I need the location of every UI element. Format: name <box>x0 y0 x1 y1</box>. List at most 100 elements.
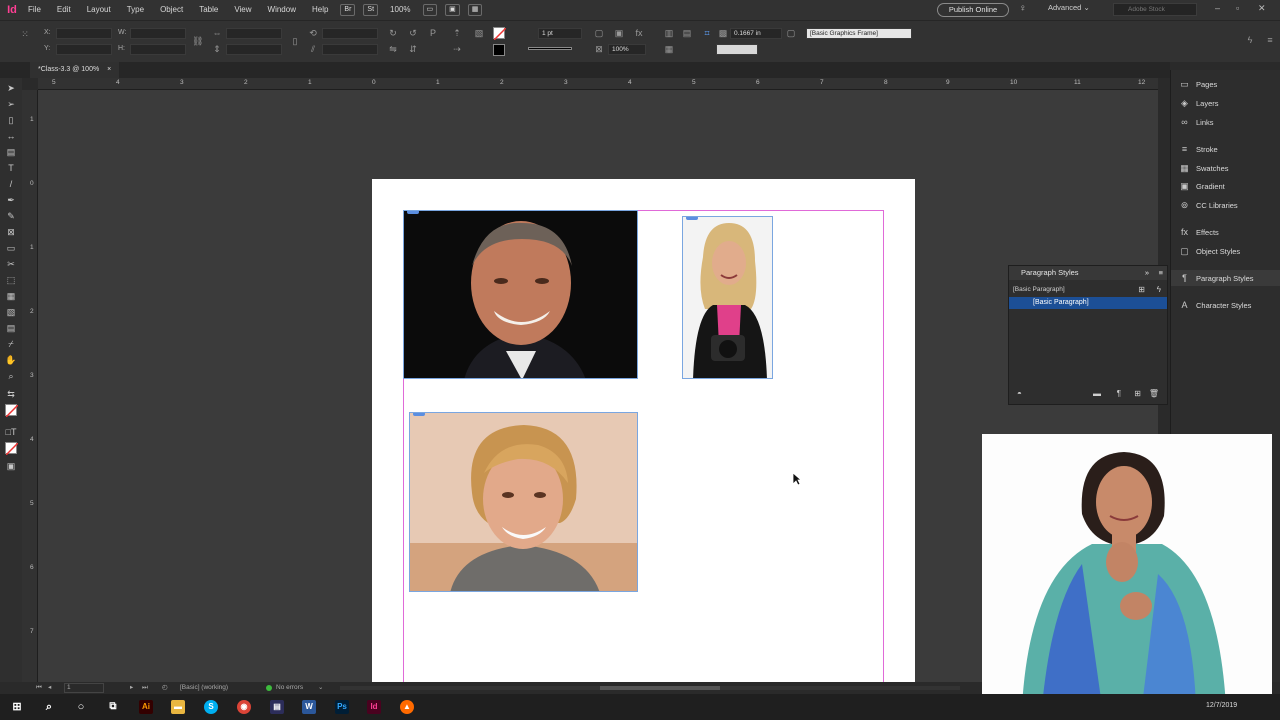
panel-header[interactable]: Paragraph Styles » ≡ <box>1009 266 1167 280</box>
windows-start-icon[interactable]: ⊞ <box>10 700 24 714</box>
menu-object[interactable]: Object <box>152 0 191 20</box>
scale-y-field[interactable] <box>226 44 282 55</box>
frame-type-icon[interactable]: ▢ <box>594 28 604 38</box>
rotation-field[interactable] <box>322 28 378 39</box>
panel-stroke[interactable]: ≡ Stroke <box>1179 141 1218 157</box>
quick-apply-icon[interactable]: ϟ <box>1245 35 1255 45</box>
fill-swatch-icon[interactable]: ▧ <box>474 28 484 38</box>
stroke-swatch[interactable] <box>493 44 505 56</box>
photoshop-icon[interactable]: Ps <box>335 700 349 714</box>
search-icon[interactable]: ⌕ <box>42 700 56 714</box>
constrain-scale-icon[interactable]: ▯ <box>290 36 300 46</box>
document-tab[interactable]: *Class-3.3 @ 100% × <box>30 62 120 78</box>
selection-tool-icon[interactable]: ➤ <box>5 82 17 94</box>
fit-frame-icon[interactable]: ▤ <box>682 28 692 38</box>
shear-icon[interactable]: ⫽ <box>308 44 318 54</box>
panel-swatches[interactable]: ▦ Swatches <box>1179 160 1228 176</box>
publish-online-button[interactable]: Publish Online <box>937 3 1009 17</box>
select-container-icon[interactable]: ⇡ <box>452 28 462 38</box>
panel-menu-icon[interactable]: ≡ <box>1159 266 1163 280</box>
gradient-swatch-tool-icon[interactable]: ▦ <box>5 290 17 302</box>
panel-links[interactable]: ∞ Links <box>1179 114 1213 130</box>
object-style-icon[interactable]: ▢ <box>786 28 796 38</box>
first-page-icon[interactable]: ⏮ <box>36 682 42 694</box>
clear-overrides-icon[interactable]: ◓ <box>1017 389 1022 398</box>
rectangle-frame-tool-icon[interactable]: ⊠ <box>5 226 17 238</box>
word-icon[interactable]: W <box>302 700 316 714</box>
menu-window[interactable]: Window <box>260 0 304 20</box>
panel-gradient[interactable]: ▣ Gradient <box>1179 178 1225 194</box>
fit-proportional-icon[interactable]: ▦ <box>664 44 674 54</box>
adobe-stock-search-input[interactable]: Adobe Stock <box>1113 3 1197 16</box>
apply-none-icon[interactable] <box>5 442 19 456</box>
vlc-icon[interactable]: ▲ <box>400 700 414 714</box>
auto-fit-icon[interactable]: ⌗ <box>702 28 712 38</box>
fill-stroke-swatch[interactable] <box>5 404 19 418</box>
type-tool-icon[interactable]: T <box>5 162 17 174</box>
file-explorer-icon[interactable]: ▬ <box>171 700 185 714</box>
last-page-icon[interactable]: ⏭ <box>142 682 148 694</box>
constrain-proportions-icon[interactable]: ⛓ <box>192 36 203 46</box>
free-transform-tool-icon[interactable]: ⬚ <box>5 274 17 286</box>
task-view-icon[interactable]: ⧉ <box>106 700 120 714</box>
select-next-icon[interactable]: ⇢ <box>452 44 462 54</box>
panel-character-styles[interactable]: A Character Styles <box>1179 297 1251 313</box>
delete-style-icon[interactable]: 🗑 <box>1149 389 1159 398</box>
image-frame-woman-camera[interactable] <box>682 216 773 379</box>
new-style-icon[interactable]: ⊞ <box>1134 389 1141 398</box>
rotate-cw-icon[interactable]: ↻ <box>388 28 398 38</box>
menu-table[interactable]: Table <box>191 0 226 20</box>
page-tool-icon[interactable]: ▯ <box>5 114 17 126</box>
text-wrap-icon[interactable]: ▩ <box>718 28 728 38</box>
lightbulb-icon[interactable]: ♀ <box>1019 3 1027 14</box>
direct-selection-tool-icon[interactable]: ➢ <box>5 98 17 110</box>
menu-help[interactable]: Help <box>304 0 336 20</box>
load-styles-icon[interactable]: ¶ <box>1117 389 1121 398</box>
select-content-icon[interactable]: P <box>428 28 438 38</box>
panel-paragraph-styles[interactable]: ¶ Paragraph Styles <box>1171 270 1280 286</box>
bridge-button[interactable]: Br <box>340 4 356 16</box>
content-grabber[interactable] <box>686 217 698 220</box>
swatch-preview-field[interactable] <box>716 44 758 55</box>
cortana-icon[interactable]: ○ <box>74 700 88 714</box>
content-collector-icon[interactable]: ▤ <box>5 146 17 158</box>
panel-layers[interactable]: ◈ Layers <box>1179 95 1218 111</box>
new-group-icon[interactable]: ▬ <box>1093 389 1101 398</box>
workspace-switcher[interactable]: Advanced ⌄ <box>1048 3 1090 12</box>
scissors-tool-icon[interactable]: ✂ <box>5 258 17 270</box>
content-grabber[interactable] <box>407 211 419 214</box>
scrollbar-thumb[interactable] <box>600 686 720 690</box>
zoom-level[interactable]: 100% <box>382 0 418 20</box>
rotate-ccw-icon[interactable]: ↺ <box>408 28 418 38</box>
panel-cc-libraries[interactable]: ⊚ CC Libraries <box>1179 197 1238 213</box>
view-options-icon[interactable]: ▭ <box>422 4 438 16</box>
rotate-icon[interactable]: ⟲ <box>308 28 318 38</box>
close-window-icon[interactable]: ✕ <box>1258 3 1266 14</box>
x-field[interactable] <box>56 28 112 39</box>
y-field[interactable] <box>56 44 112 55</box>
collapse-panel-icon[interactable]: » <box>1145 266 1149 280</box>
hand-tool-icon[interactable]: ✋ <box>5 354 17 366</box>
chrome-icon[interactable]: ◉ <box>237 700 251 714</box>
horizontal-scrollbar[interactable] <box>340 686 960 690</box>
illustrator-icon[interactable]: Ai <box>139 700 153 714</box>
page-number-field[interactable]: 1 <box>64 683 104 693</box>
scale-x-icon[interactable]: ⇔ <box>212 28 222 38</box>
corner-options-icon[interactable]: ⊠ <box>594 44 604 54</box>
panel-object-styles[interactable]: ▢ Object Styles <box>1179 243 1240 259</box>
opacity-field[interactable]: 100% <box>608 44 646 55</box>
image-frame-man[interactable] <box>403 210 638 379</box>
fit-content-icon[interactable]: ▥ <box>664 28 674 38</box>
preflight-status[interactable]: No errors <box>276 682 303 694</box>
content-grabber[interactable] <box>413 413 425 416</box>
pencil-tool-icon[interactable]: ✎ <box>5 210 17 222</box>
reference-point-icon[interactable]: ⁙ <box>20 29 30 39</box>
eyedropper-tool-icon[interactable]: ⌿ <box>5 338 17 350</box>
note-tool-icon[interactable]: ▤ <box>5 322 17 334</box>
preflight-menu-icon[interactable]: ⌄ <box>318 682 323 694</box>
menu-layout[interactable]: Layout <box>79 0 119 20</box>
new-style-from-selection-icon[interactable]: ⊞ <box>1138 285 1145 294</box>
close-tab-icon[interactable]: × <box>107 66 111 73</box>
stock-button[interactable]: St <box>363 4 379 16</box>
panel-pages[interactable]: ▭ Pages <box>1179 76 1217 92</box>
